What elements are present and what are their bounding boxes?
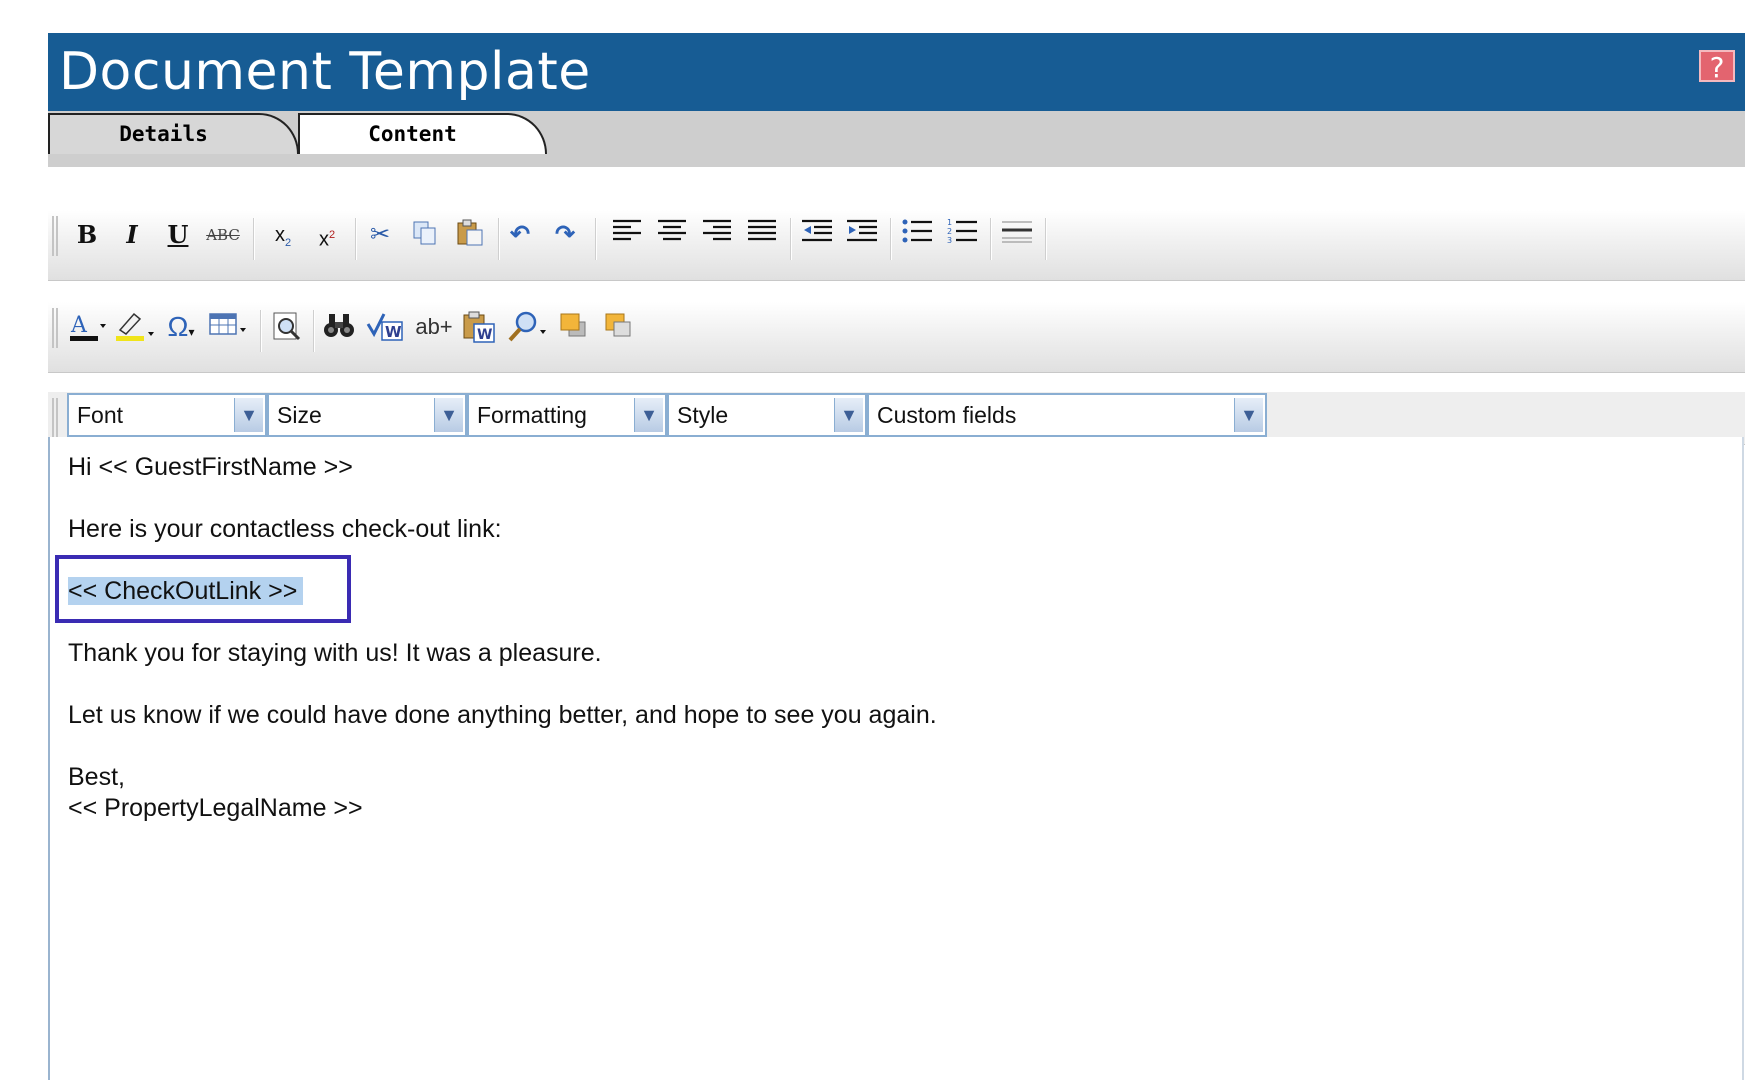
custom-fields-dropdown[interactable]: Custom fields ▼ <box>867 393 1267 437</box>
tab-content[interactable]: Content <box>298 113 547 154</box>
chevron-down-icon[interactable]: ▼ <box>1234 398 1263 432</box>
copy-icon[interactable] <box>408 218 442 252</box>
horizontal-rule-icon[interactable] <box>1000 218 1034 252</box>
toolbar-separator <box>1045 218 1047 260</box>
size-dropdown[interactable]: Size ▼ <box>267 393 467 437</box>
toolbar-separator <box>498 218 500 260</box>
align-left-icon[interactable] <box>610 218 644 252</box>
page-title: Document Template <box>59 42 591 102</box>
align-center-icon[interactable] <box>655 218 689 252</box>
numbered-list-icon[interactable]: 123 <box>945 218 979 252</box>
chevron-down-icon[interactable]: ▼ <box>234 398 263 432</box>
document-line-intro: Here is your contactless check-out link: <box>68 515 502 543</box>
paste-icon[interactable] <box>453 218 487 252</box>
tab-bar: Details Content <box>48 111 1745 167</box>
send-backward-icon[interactable] <box>601 310 635 344</box>
spellcheck-icon[interactable]: W <box>366 310 406 344</box>
special-character-icon[interactable]: Ω▾ <box>161 310 201 344</box>
table-icon[interactable] <box>208 310 250 344</box>
indent-icon[interactable] <box>845 218 879 252</box>
superscript-icon[interactable]: x2 <box>310 218 344 252</box>
italic-icon[interactable]: I <box>115 218 149 252</box>
bold-icon[interactable]: B <box>70 218 104 252</box>
document-line-property: << PropertyLegalName >> <box>68 794 363 822</box>
svg-text:W: W <box>477 327 492 343</box>
strikethrough-icon[interactable]: ABC <box>206 218 240 252</box>
bring-forward-icon[interactable] <box>556 310 590 344</box>
style-dropdown[interactable]: Style ▼ <box>667 393 867 437</box>
editor-content-area[interactable]: Hi << GuestFirstName >> Here is your con… <box>48 437 1744 1080</box>
paste-from-word-icon[interactable]: W <box>462 310 496 344</box>
toolbar-separator <box>355 218 357 260</box>
svg-text:W: W <box>385 323 402 341</box>
align-right-icon[interactable] <box>700 218 734 252</box>
toolbar-separator <box>890 218 892 260</box>
toolbar-grip[interactable] <box>52 216 58 256</box>
document-line-signoff: Best, <box>68 763 125 791</box>
justify-icon[interactable] <box>745 218 779 252</box>
toolbar-separator <box>990 218 992 260</box>
page-header: Document Template ? <box>48 33 1745 113</box>
chevron-down-icon[interactable]: ▼ <box>834 398 863 432</box>
find-icon[interactable] <box>322 310 356 344</box>
formatting-dropdown[interactable]: Formatting ▼ <box>467 393 667 437</box>
size-dropdown-label: Size <box>277 402 322 428</box>
chevron-down-icon[interactable]: ▼ <box>434 398 463 432</box>
document-line-greeting: Hi << GuestFirstName >> <box>68 453 353 481</box>
toolbar-grip[interactable] <box>52 308 58 348</box>
toolbar-separator <box>253 218 255 260</box>
svg-text:3: 3 <box>947 236 952 244</box>
tab-details[interactable]: Details <box>48 113 299 154</box>
toolbar-separator <box>790 218 792 260</box>
style-dropdown-label: Style <box>677 402 729 428</box>
bulleted-list-icon[interactable] <box>900 218 934 252</box>
svg-text:A: A <box>70 313 88 338</box>
toolbar-separator <box>260 310 262 352</box>
toolbar-grip[interactable] <box>52 398 58 438</box>
font-color-icon[interactable]: A <box>68 310 108 344</box>
svg-text:2: 2 <box>947 227 952 236</box>
custom-fields-dropdown-label: Custom fields <box>877 402 1017 428</box>
highlight-color-icon[interactable] <box>114 310 156 344</box>
toolbar-row-2: A Ω▾ W ab+ W <box>48 302 1745 373</box>
preview-icon[interactable] <box>270 310 304 344</box>
redo-icon[interactable]: ↷ <box>548 218 582 252</box>
underline-icon[interactable]: U <box>161 218 195 252</box>
toolbar-row-1: B I U ABC x2 x2 ✂ ↶ ↷ 1 2 3 <box>48 210 1745 281</box>
subscript-icon[interactable]: x2 <box>266 218 300 252</box>
rich-text-editor: B I U ABC x2 x2 ✂ ↶ ↷ 1 2 3 A Ω▾ W ab+ W… <box>48 210 1745 1080</box>
chevron-down-icon[interactable]: ▼ <box>634 398 663 432</box>
help-button[interactable]: ? <box>1699 50 1735 84</box>
highlight-box <box>55 555 351 623</box>
svg-text:1: 1 <box>947 218 952 227</box>
font-dropdown-label: Font <box>77 402 124 428</box>
undo-icon[interactable]: ↶ <box>503 218 537 252</box>
formatting-dropdown-label: Formatting <box>477 402 587 428</box>
outdent-icon[interactable] <box>800 218 834 252</box>
zoom-icon[interactable] <box>506 310 550 344</box>
document-line-feedback: Let us know if we could have done anythi… <box>68 701 937 729</box>
document-line-thanks: Thank you for staying with us! It was a … <box>68 639 602 667</box>
toolbar-separator <box>595 218 597 260</box>
toolbar-separator <box>313 310 315 352</box>
cut-icon[interactable]: ✂ <box>363 218 397 252</box>
replace-icon[interactable]: ab+ <box>411 310 457 344</box>
font-dropdown[interactable]: Font ▼ <box>67 393 267 437</box>
